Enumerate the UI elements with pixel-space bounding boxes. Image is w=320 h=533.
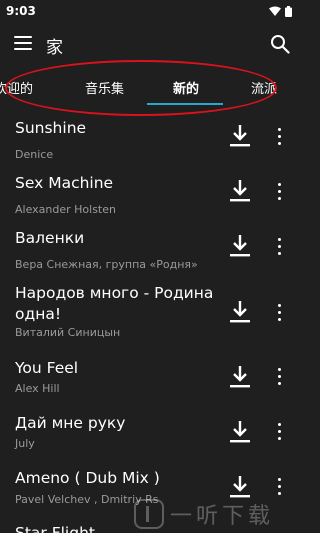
download-icon[interactable] bbox=[229, 475, 251, 499]
song-title: Народов много - Родина одна! bbox=[15, 284, 214, 323]
more-options-icon[interactable] bbox=[276, 368, 282, 386]
more-options-icon[interactable] bbox=[276, 128, 282, 146]
download-icon[interactable] bbox=[229, 420, 251, 444]
wifi-icon bbox=[269, 6, 281, 16]
download-icon[interactable] bbox=[229, 365, 251, 389]
search-icon[interactable] bbox=[270, 34, 290, 54]
song-artist: Alexander Holsten bbox=[15, 203, 116, 216]
song-title: Дай мне руку bbox=[15, 414, 126, 432]
status-time: 9:03 bbox=[6, 4, 36, 18]
tab-popular[interactable]: 欢迎的 bbox=[0, 78, 33, 97]
song-title: You Feel bbox=[15, 359, 79, 377]
download-icon[interactable] bbox=[229, 179, 251, 203]
song-artist: Вера Снежная, группа «Родня» bbox=[15, 258, 198, 271]
song-title: Sunshine bbox=[15, 119, 87, 137]
song-artist: Alex Hill bbox=[15, 382, 60, 395]
song-item[interactable]: Валенки Вера Снежная, группа «Родня» bbox=[0, 228, 300, 278]
more-options-icon[interactable] bbox=[276, 183, 282, 201]
tab-genres[interactable]: 流派 bbox=[251, 78, 277, 97]
song-item[interactable]: Sex Machine Alexander Holsten bbox=[0, 173, 300, 223]
song-item[interactable]: Дай мне руку July bbox=[0, 413, 300, 463]
more-options-icon[interactable] bbox=[276, 238, 282, 256]
more-options-icon[interactable] bbox=[276, 304, 282, 322]
page-title: 家 bbox=[46, 38, 63, 58]
song-item[interactable]: Народов много - Родина одна! Виталий Син… bbox=[0, 283, 300, 343]
active-tab-indicator bbox=[147, 103, 223, 105]
download-icon[interactable] bbox=[229, 124, 251, 148]
status-bar: 9:03 bbox=[0, 0, 300, 22]
song-title: Sex Machine bbox=[15, 174, 114, 192]
watermark-logo-icon bbox=[134, 499, 164, 529]
tab-albums[interactable]: 音乐集 bbox=[85, 78, 124, 97]
battery-icon bbox=[285, 5, 292, 17]
watermark: 一听下载 bbox=[134, 497, 298, 531]
tab-bar: 欢迎的 音乐集 新的 流派 bbox=[0, 70, 300, 108]
song-artist: July bbox=[15, 437, 35, 450]
download-icon[interactable] bbox=[229, 234, 251, 258]
more-options-icon[interactable] bbox=[276, 478, 282, 496]
watermark-text: 一听下载 bbox=[170, 504, 275, 529]
song-title: Валенки bbox=[15, 229, 85, 247]
menu-icon[interactable] bbox=[14, 36, 32, 52]
song-item[interactable]: You Feel Alex Hill bbox=[0, 358, 300, 408]
more-options-icon[interactable] bbox=[276, 423, 282, 441]
song-item[interactable]: Sunshine Denice bbox=[0, 118, 300, 168]
download-icon[interactable] bbox=[229, 300, 251, 324]
status-icons bbox=[269, 5, 292, 17]
tab-new[interactable]: 新的 bbox=[173, 78, 199, 97]
song-title: Ameno ( Dub Mix ) bbox=[15, 469, 160, 487]
song-artist: Виталий Синицын bbox=[15, 326, 121, 339]
app-bar: 家 bbox=[0, 26, 300, 62]
song-title: Star Flight bbox=[15, 524, 95, 533]
song-artist: Denice bbox=[15, 148, 54, 161]
